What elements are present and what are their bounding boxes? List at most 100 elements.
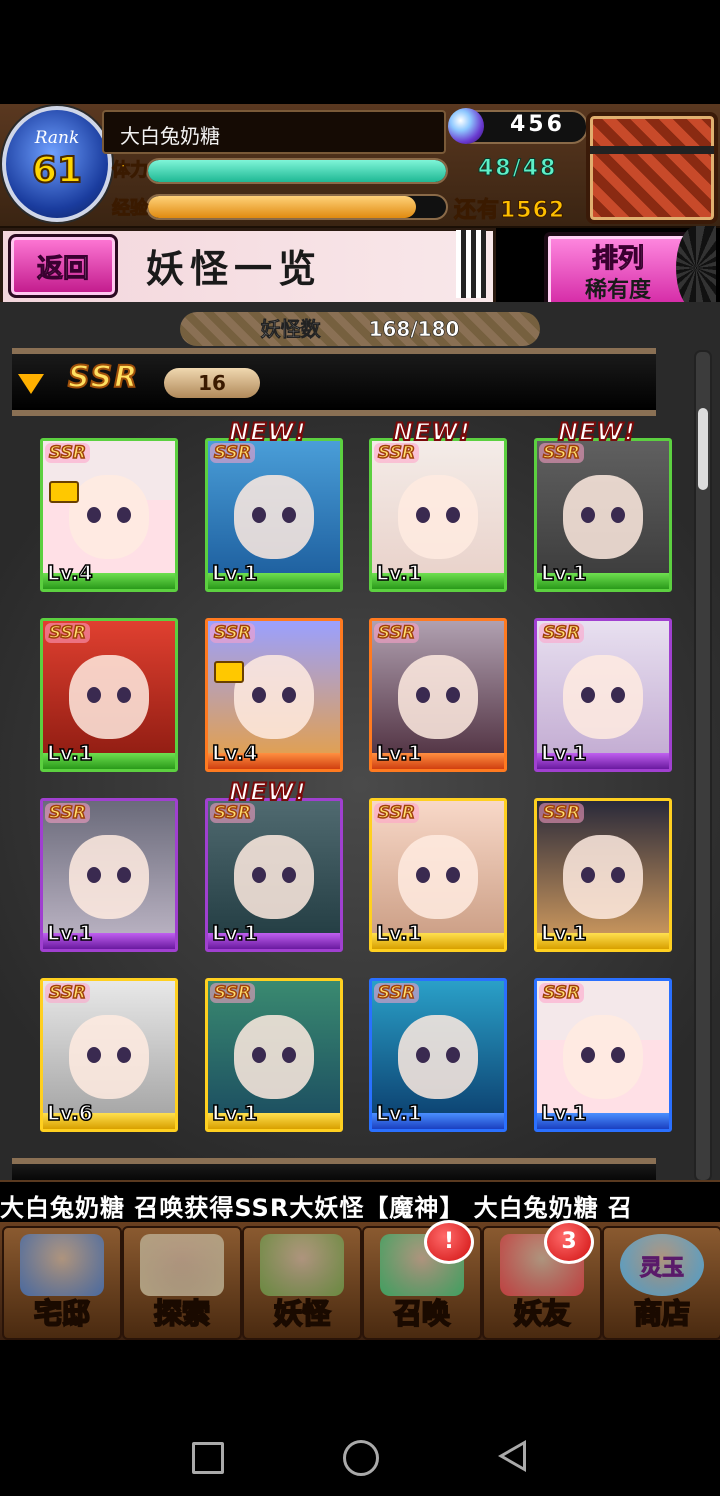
yokai-level: Lv.4 (46, 560, 93, 586)
yokai-card[interactable]: SSR Lv.1 (369, 438, 507, 592)
page-title: 妖怪一览 (146, 246, 323, 291)
nav-item[interactable]: 妖怪 (242, 1226, 362, 1340)
portrait-face (563, 655, 643, 739)
yokai-card[interactable]: SSR Lv.1 (205, 438, 343, 592)
yokai-card[interactable]: SSR Lv.1 (369, 618, 507, 772)
yokai-card[interactable]: SSR Lv.1 (205, 798, 343, 952)
portrait-face (398, 475, 478, 559)
yokai-level: Lv.1 (211, 560, 258, 586)
nav-label: 宅邸 (33, 1296, 91, 1331)
banner-stripe (456, 230, 486, 298)
exp-bar-fill (148, 196, 417, 218)
yokai-level: Lv.4 (211, 740, 258, 766)
collapse-arrow-icon[interactable] (18, 374, 44, 394)
lock-icon (49, 481, 79, 503)
yokai-level: Lv.1 (211, 920, 258, 946)
portrait-eye (416, 1047, 430, 1063)
nav-item[interactable]: 召唤! (362, 1220, 482, 1340)
portrait-eye (581, 1047, 595, 1063)
yokai-card[interactable]: SSR Lv.1 (534, 618, 672, 772)
ssr-badge: SSR (374, 622, 419, 644)
ssr-badge: SSR (374, 982, 419, 1004)
home-icon[interactable] (343, 1440, 379, 1476)
stamina-value: 48/48 (477, 156, 558, 182)
yokai-card[interactable]: SSR Lv.1 (40, 618, 178, 772)
portrait-face (69, 1015, 149, 1099)
yokai-count-label: 妖怪数 (260, 317, 321, 342)
yokai-card[interactable]: SSR Lv.1 (369, 798, 507, 952)
portrait-eye (252, 687, 266, 703)
yokai-level: Lv.1 (46, 740, 93, 766)
ssr-badge: SSR (374, 802, 419, 824)
yokai-card[interactable]: SSR Lv.4 (205, 618, 343, 772)
yokai-card[interactable]: SSR Lv.1 (205, 978, 343, 1132)
portrait-eye (611, 1047, 625, 1063)
scroll-icon (260, 1234, 344, 1296)
ssr-badge: SSR (210, 442, 255, 464)
spirit-orb-icon: 灵玉 (620, 1234, 704, 1296)
nav-item[interactable]: 妖友 3 (482, 1220, 602, 1340)
nav-label: 妖怪 (273, 1296, 331, 1331)
yokai-card[interactable]: SSR Lv.4 (40, 438, 178, 592)
yokai-level: Lv.1 (375, 1100, 422, 1126)
nav-item[interactable]: 探索 (122, 1226, 242, 1340)
portrait-eye (282, 1047, 296, 1063)
yokai-level: Lv.1 (375, 560, 422, 586)
stamina-label: 体力 (112, 160, 149, 182)
treasure-chest-icon[interactable] (586, 112, 718, 224)
yokai-card[interactable]: SSR Lv.1 (534, 798, 672, 952)
yokai-level: Lv.1 (540, 1100, 587, 1126)
portrait-eye (117, 687, 131, 703)
sort-title: 排列 (591, 244, 644, 275)
portrait-face (69, 835, 149, 919)
nav-item[interactable]: 灵玉 商店 (602, 1226, 720, 1340)
player-name-box: 大白兔奶糖 (102, 110, 446, 154)
notification-badge: ! (424, 1220, 474, 1264)
yokai-card[interactable]: SSR Lv.1 (534, 438, 672, 592)
portrait-face (398, 835, 478, 919)
yokai-card[interactable]: SSR Lv.1 (40, 798, 178, 952)
rank-badge: Rank 61 (2, 106, 112, 222)
magnifier-map-icon (140, 1234, 224, 1296)
portrait-eye (252, 507, 266, 523)
chest-lid (590, 146, 714, 154)
yokai-card[interactable]: SSR Lv.1 (369, 978, 507, 1132)
rank-value: 61 (31, 149, 83, 192)
exp-label: 经验 (112, 198, 149, 220)
ssr-badge: SSR (45, 802, 90, 824)
new-tag: NEW! (557, 417, 636, 447)
yokai-card[interactable]: SSR Lv.1 (534, 978, 672, 1132)
nav-item[interactable]: 宅邸 (2, 1226, 122, 1340)
yokai-card[interactable]: SSR Lv.6 (40, 978, 178, 1132)
player-name: 大白兔奶糖 (120, 124, 220, 148)
portrait-eye (87, 687, 101, 703)
scrollbar[interactable] (694, 350, 712, 1182)
portrait-face (69, 475, 149, 559)
portrait-face (234, 1015, 314, 1099)
portrait-face (69, 655, 149, 739)
recent-apps-icon[interactable] (192, 1442, 224, 1474)
ssr-badge: SSR (374, 442, 419, 464)
yokai-level: Lv.6 (46, 1100, 93, 1126)
nav-label: 探索 (153, 1296, 211, 1331)
back-button[interactable]: 返回 (8, 234, 118, 298)
new-tag: NEW! (392, 417, 471, 447)
portrait-eye (87, 867, 101, 883)
mansion-icon (20, 1234, 104, 1296)
portrait-face (563, 835, 643, 919)
portrait-eye (611, 687, 625, 703)
yokai-level: Lv.1 (540, 740, 587, 766)
portrait-face (563, 475, 643, 559)
yokai-level: Lv.1 (211, 1100, 258, 1126)
notification-badge: 3 (544, 1220, 594, 1264)
portrait-eye (446, 867, 460, 883)
stamina-bar-fill (148, 160, 446, 182)
exp-remaining: 还有1562 (453, 198, 566, 224)
sort-value: 稀有度 (584, 278, 651, 303)
yokai-level: Lv.1 (540, 920, 587, 946)
ssr-badge: SSR (539, 442, 584, 464)
scrollbar-thumb[interactable] (698, 408, 708, 490)
yokai-level: Lv.1 (375, 740, 422, 766)
ssr-rarity-tag: SSR (67, 359, 140, 396)
yokai-count: 妖怪数 168/180 (180, 312, 540, 346)
